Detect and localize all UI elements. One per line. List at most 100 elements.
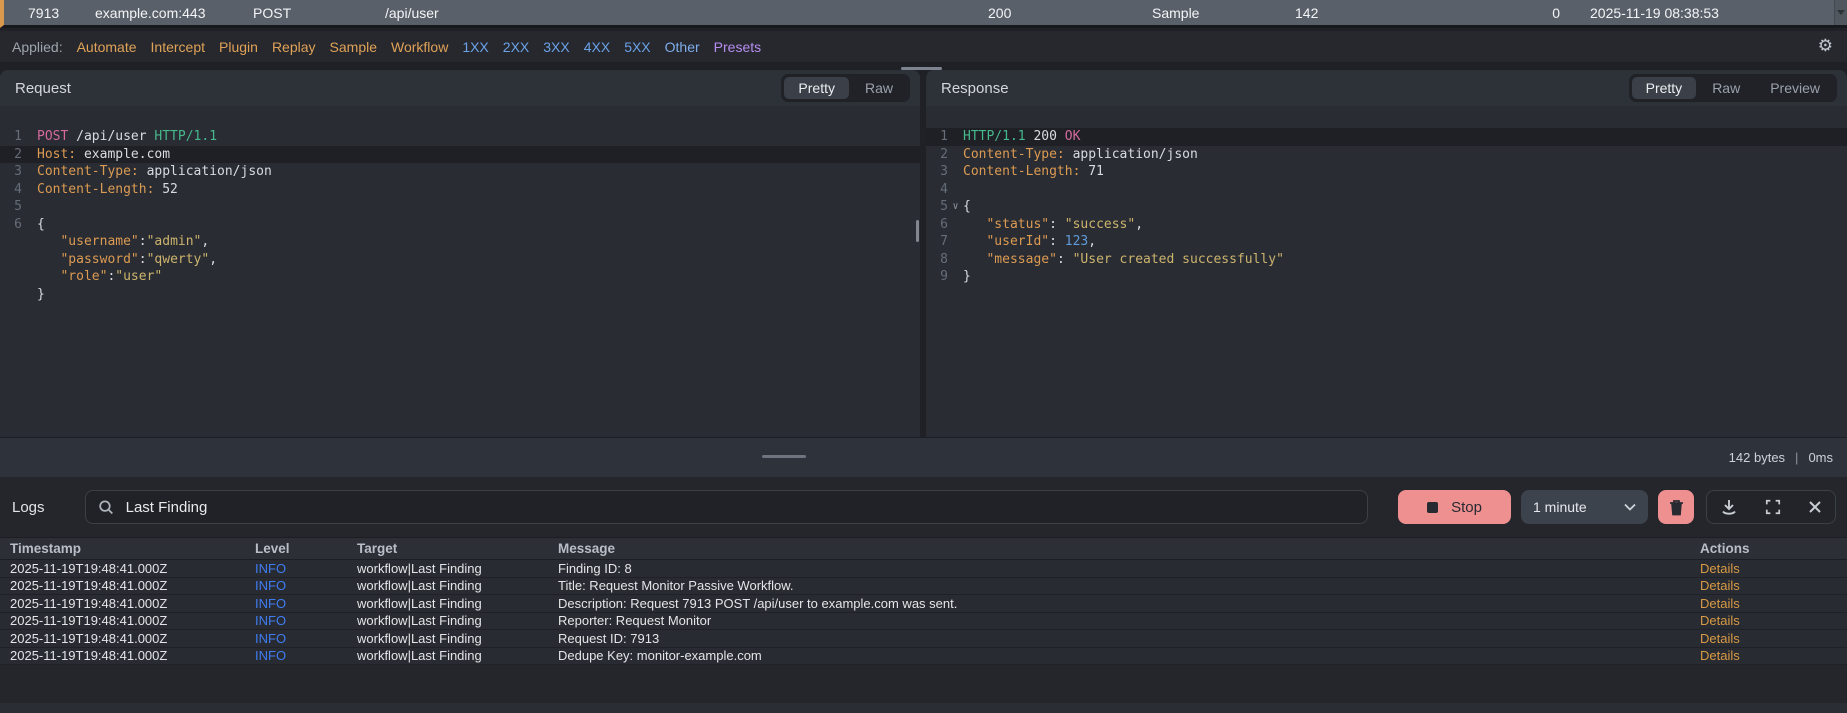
log-level: INFO <box>255 578 287 594</box>
download-logs-button[interactable] <box>1720 498 1738 516</box>
stop-label: Stop <box>1451 498 1482 516</box>
filter-intercept[interactable]: Intercept <box>151 39 205 55</box>
log-details-link[interactable]: Details <box>1700 596 1847 611</box>
trash-icon <box>1669 499 1683 515</box>
log-timestamp: 2025-11-19T19:48:41.000Z <box>10 648 168 664</box>
log-details-link[interactable]: Details <box>1700 648 1847 663</box>
scroll-down-icon[interactable] <box>1837 10 1845 15</box>
code-line: 9} <box>940 269 971 284</box>
clear-logs-button[interactable] <box>1658 490 1694 524</box>
code-line: "password":"qwerty", <box>60 251 218 267</box>
log-level: INFO <box>255 613 287 629</box>
request-id-cell: 7913 <box>28 4 60 21</box>
interval-value: 1 minute <box>1533 499 1587 515</box>
response-editor[interactable]: 1 HTTP/1.1 200 OK 2 Content-Type: applicati… <box>926 106 1847 437</box>
code-line: 2 Content-Type: application/json <box>940 146 1198 162</box>
filter-4xx[interactable]: 4XX <box>584 39 610 55</box>
log-details-link[interactable]: Details <box>1700 561 1847 576</box>
request-path-cell: /api/user <box>385 4 439 21</box>
response-tab-preview[interactable]: Preview <box>1756 77 1834 99</box>
request-editor-scrollbar[interactable] <box>916 220 919 242</box>
log-details-link[interactable]: Details <box>1700 578 1847 593</box>
response-panel-title: Response <box>941 79 1009 97</box>
applied-filters-bar: Applied: Automate Intercept Plugin Replay Sa… <box>0 31 1847 62</box>
request-editor[interactable]: 1 POST /api/user HTTP/1.1 2 Host: example.c… <box>0 106 920 437</box>
request-table-row[interactable]: 7913 example.com:443 POST /api/user 200 … <box>0 0 1847 28</box>
filter-2xx[interactable]: 2XX <box>503 39 529 55</box>
interval-select[interactable]: 1 minute <box>1521 490 1648 524</box>
footer-separator: | <box>1795 450 1799 465</box>
response-size: 142 bytes <box>1728 450 1786 465</box>
log-timestamp: 2025-11-19T19:48:41.000Z <box>10 560 168 576</box>
logs-search-input[interactable] <box>123 497 1355 517</box>
log-details-link[interactable]: Details <box>1700 613 1847 628</box>
code-line: 1 POST /api/user HTTP/1.1 <box>14 129 218 144</box>
code-line: "username":"admin", <box>60 234 210 249</box>
code-line: 2 Host: example.com <box>0 145 920 163</box>
response-tab-pretty[interactable]: Pretty <box>1631 77 1697 99</box>
filter-other[interactable]: Other <box>665 39 700 55</box>
log-row: 2025-11-19T19:48:41.000Z INFO workflow|Las… <box>0 577 1847 595</box>
code-line: 3 Content-Type: application/json <box>14 164 272 179</box>
filter-workflow[interactable]: Workflow <box>391 39 448 55</box>
filter-automate[interactable]: Automate <box>77 39 137 55</box>
settings-gear-icon[interactable]: ⚙ <box>1818 36 1833 56</box>
log-level: INFO <box>255 595 287 611</box>
close-logs-button[interactable] <box>1808 500 1822 514</box>
log-target: workflow|Last Finding <box>357 578 482 594</box>
filter-plugin[interactable]: Plugin <box>219 39 258 55</box>
table-scrollbar[interactable] <box>1834 0 1847 25</box>
filter-presets[interactable]: Presets <box>714 39 761 55</box>
log-target: workflow|Last Finding <box>357 595 482 611</box>
log-target: workflow|Last Finding <box>357 613 482 629</box>
response-tab-group: Pretty Raw Preview <box>1628 74 1837 102</box>
expand-icon <box>1765 499 1781 515</box>
stop-button[interactable]: Stop <box>1398 490 1511 524</box>
log-target: workflow|Last Finding <box>357 630 482 646</box>
expand-logs-button[interactable] <box>1765 499 1781 515</box>
logs-horizontal-scrollbar[interactable] <box>0 703 1847 713</box>
close-icon <box>1808 501 1821 513</box>
code-line: 4 Content-Length: 52 <box>14 181 178 197</box>
applied-label: Applied: <box>12 38 63 55</box>
request-panel-title: Request <box>15 79 71 97</box>
log-row: 2025-11-19T19:48:41.000Z INFO workflow|Las… <box>0 612 1847 630</box>
log-details-link[interactable]: Details <box>1700 631 1847 646</box>
request-source-cell: Sample <box>1152 4 1200 21</box>
response-footer-bar: 142 bytes | 0ms <box>0 437 1847 477</box>
request-panel-header: Request Pretty Raw <box>0 70 920 106</box>
log-target: workflow|Last Finding <box>357 648 482 664</box>
response-time: 0ms <box>1808 450 1833 465</box>
code-line: 4 <box>940 181 948 197</box>
request-tab-pretty[interactable]: Pretty <box>784 77 849 99</box>
code-line: 5 ∨{ <box>940 198 971 216</box>
code-line: 8 "message": "User created successfully" <box>940 251 1284 267</box>
chevron-down-icon <box>1624 503 1636 511</box>
section-resize-handle[interactable] <box>762 455 806 458</box>
log-column-level: Level <box>255 541 290 556</box>
code-line: 1 HTTP/1.1 200 OK <box>926 128 1847 146</box>
request-host-cell: example.com:443 <box>95 4 206 21</box>
log-level: INFO <box>255 560 287 576</box>
response-panel: Response Pretty Raw Preview 1 HTTP/1.1 200 … <box>926 70 1847 437</box>
log-message: Dedupe Key: monitor-example.com <box>558 648 762 664</box>
filter-1xx[interactable]: 1XX <box>462 39 488 55</box>
log-column-target: Target <box>357 541 398 556</box>
fold-chevron-icon[interactable]: ∨ <box>948 198 963 216</box>
filter-5xx[interactable]: 5XX <box>624 39 650 55</box>
log-message: Description: Request 7913 POST /api/user… <box>558 595 958 611</box>
response-panel-header: Response Pretty Raw Preview <box>926 70 1847 106</box>
filter-sample[interactable]: Sample <box>330 39 377 55</box>
request-tab-raw[interactable]: Raw <box>851 77 907 99</box>
log-message: Reporter: Request Monitor <box>558 613 712 629</box>
request-panel: Request Pretty Raw 1 POST /api/user HTTP/1… <box>0 70 920 437</box>
log-row: 2025-11-19T19:48:41.000Z INFO workflow|Las… <box>0 630 1847 648</box>
logs-search-box[interactable] <box>85 490 1368 524</box>
response-tab-raw[interactable]: Raw <box>1698 77 1754 99</box>
filter-3xx[interactable]: 3XX <box>543 39 569 55</box>
filter-replay[interactable]: Replay <box>272 39 316 55</box>
logs-icon-group <box>1706 490 1836 524</box>
request-length-cell: 142 <box>1295 4 1319 21</box>
code-line: "role":"user" <box>60 269 163 284</box>
log-level: INFO <box>255 630 287 646</box>
